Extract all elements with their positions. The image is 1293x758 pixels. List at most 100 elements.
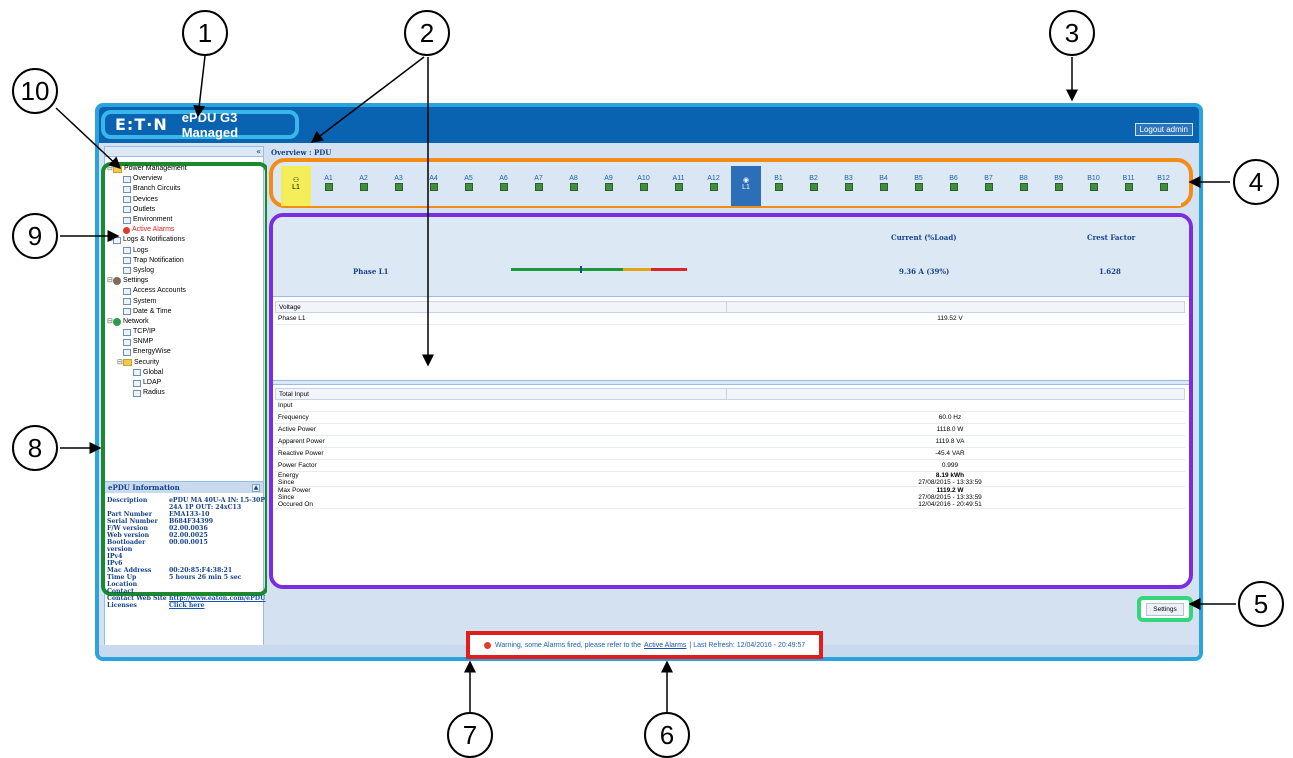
outlet-b1[interactable]: B1 [761, 166, 796, 206]
tree-item[interactable]: ⊟ Security [107, 358, 187, 368]
outlet-b9[interactable]: B9 [1041, 166, 1076, 206]
outlet-label: A4 [429, 175, 438, 182]
outlet-label: B8 [1019, 175, 1028, 182]
tree-item[interactable]: ⊟ Power Management [107, 164, 187, 174]
tree-item[interactable]: Syslog [107, 266, 187, 276]
tree-item[interactable]: SNMP [107, 337, 187, 347]
outlet-status-icon [709, 183, 718, 191]
tree-item[interactable]: Logs [107, 246, 187, 256]
logout-button[interactable]: Logout admin [1134, 123, 1193, 136]
outlet-a7[interactable]: A7 [521, 166, 556, 206]
row-label-line: Reactive Power [278, 450, 324, 457]
outlet-a9[interactable]: A9 [591, 166, 626, 206]
outlet-b5[interactable]: B5 [901, 166, 936, 206]
load-bar-yellow [623, 268, 651, 271]
page-icon [123, 206, 131, 214]
outlet-b12[interactable]: B12 [1146, 166, 1181, 206]
row-value-line: 8.19 kWh [935, 472, 965, 479]
outlet-a6[interactable]: A6 [486, 166, 521, 206]
outlet-b2[interactable]: B2 [796, 166, 831, 206]
info-link[interactable]: Click here [169, 602, 265, 609]
outlet-a1[interactable]: A1 [311, 166, 346, 206]
outlet-b8[interactable]: B8 [1006, 166, 1041, 206]
tree-item-label: Settings [123, 277, 149, 285]
settings-button[interactable]: Settings [1146, 602, 1184, 616]
tree-item-label: Active Alarms [132, 226, 175, 234]
active-alarms-link[interactable]: Active Alarms [644, 642, 686, 649]
outlet-a2[interactable]: A2 [346, 166, 381, 206]
current-header: Current (%Load) [891, 233, 957, 242]
outlet-b4[interactable]: B4 [866, 166, 901, 206]
brand-area: E:T·N ePDU G3 Managed [101, 110, 299, 140]
outlet-a4[interactable]: A4 [416, 166, 451, 206]
row-value: 1118.0 W [725, 426, 1175, 433]
tree-item[interactable]: Date & Time [107, 307, 187, 317]
info-value [169, 581, 265, 588]
tree-item[interactable]: Overview [107, 174, 187, 184]
outlet-status-icon [879, 183, 888, 191]
info-collapse-icon[interactable]: ▲ [252, 484, 260, 492]
info-row: Contact [107, 588, 265, 595]
tree-item-label: SNMP [133, 338, 154, 346]
tree-item-label: Radius [143, 389, 165, 397]
tree-item[interactable]: Outlets [107, 205, 187, 215]
tree-item[interactable]: EnergyWise [107, 347, 187, 357]
table-row: Frequency 60.0 Hz [275, 412, 1185, 424]
tree-item[interactable]: Radius [107, 388, 187, 398]
outlet-status-icon [324, 183, 333, 191]
outlet-bar: ⚇ L1 A1 A2 A3 A4 A5 A6 A7 A8 A9 A10 A11 A12 ◉ L1 B1… [281, 166, 1181, 206]
outlet-a3[interactable]: A3 [381, 166, 416, 206]
outlet-a5[interactable]: A5 [451, 166, 486, 206]
tree-item[interactable]: TCP/IP [107, 327, 187, 337]
outlet-b10[interactable]: B10 [1076, 166, 1111, 206]
outlet-b11[interactable]: B11 [1111, 166, 1146, 206]
phase-tab-l1[interactable]: ⚇ L1 [281, 166, 311, 206]
tree-item[interactable]: Trap Notification [107, 256, 187, 266]
info-panel-header: ePDU Information ▲ [105, 481, 263, 493]
outlet-label: B4 [879, 175, 888, 182]
tree-item[interactable]: Devices [107, 195, 187, 205]
outlet-a12[interactable]: A12 [696, 166, 731, 206]
row-value: 1119.8 VA [725, 438, 1175, 445]
outlet-status-icon [394, 183, 403, 191]
outlet-a11[interactable]: A11 [661, 166, 696, 206]
outlet-b7[interactable]: B7 [971, 166, 1006, 206]
phase-plug-icon: ⚇ [292, 177, 300, 184]
globe-icon [113, 317, 121, 326]
info-row: Web version 02.00.0025 [107, 532, 265, 539]
load-bar-green [511, 268, 623, 271]
page-icon [123, 175, 131, 183]
tree-item[interactable]: ⊟ Settings [107, 276, 187, 286]
phase-selector-l1[interactable]: ◉ L1 [731, 166, 761, 206]
callout-6: 6 [644, 712, 690, 758]
row-label-line: Energy [278, 472, 299, 479]
info-key: Web version [107, 532, 150, 539]
tree-item[interactable]: Global [107, 368, 187, 378]
info-row: Licenses Click here [107, 602, 265, 609]
load-bar-red [651, 268, 687, 271]
outlet-status-icon [1054, 183, 1063, 191]
tree-item[interactable]: ⊟ Network [107, 317, 187, 327]
tree-item-label: Environment [133, 216, 173, 224]
tree-item[interactable]: Branch Circuits [107, 184, 187, 194]
tree-item[interactable]: LDAP [107, 378, 187, 388]
info-row: Description ePDU MA 40U-A IN: L5-30P 24A … [107, 497, 265, 511]
row-label: Power Factor [275, 462, 725, 469]
outlet-b3[interactable]: B3 [831, 166, 866, 206]
info-key: F/W version [107, 525, 149, 532]
page-icon [123, 257, 131, 265]
outlet-a10[interactable]: A10 [626, 166, 661, 206]
callout-7: 7 [447, 712, 493, 758]
outlet-a8[interactable]: A8 [556, 166, 591, 206]
info-link[interactable]: http://www.eaton.com/ePDU [169, 595, 266, 602]
collapse-icon[interactable]: « [256, 147, 261, 156]
row-label-line: Since [278, 494, 295, 501]
tree-item[interactable]: Access Accounts [107, 286, 187, 296]
tree-item[interactable]: ⊟ Logs & Notifications [107, 235, 187, 245]
tree-item[interactable]: Environment [107, 215, 187, 225]
outlet-b6[interactable]: B6 [936, 166, 971, 206]
tree-item[interactable]: System [107, 296, 187, 306]
row-label-line: Occured On [278, 501, 314, 508]
tree-item[interactable]: Active Alarms [107, 225, 187, 235]
tree-item-label: Branch Circuits [133, 185, 181, 193]
